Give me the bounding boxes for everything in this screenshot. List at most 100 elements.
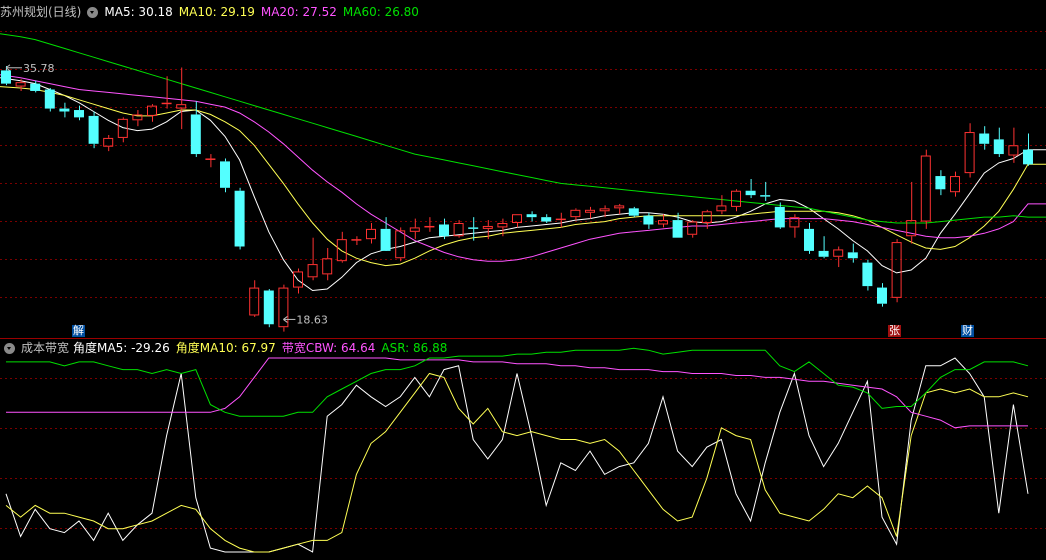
candle-body	[979, 133, 990, 144]
legend-angle-ma10: 角度MA10: 67.97	[175, 341, 276, 355]
candle-body	[818, 250, 829, 257]
candle	[1008, 127, 1019, 163]
chevron-down-icon[interactable]	[4, 342, 15, 354]
candle-body	[395, 230, 406, 259]
candle-body	[44, 89, 55, 109]
candle-body	[453, 223, 464, 237]
candle-body	[15, 82, 26, 87]
candle	[424, 217, 435, 232]
candle-body	[190, 114, 201, 155]
legend-ma60: MA60: 26.80	[342, 5, 419, 19]
candle	[44, 88, 55, 112]
candle-body	[643, 215, 654, 225]
candle-body	[468, 227, 479, 229]
candle	[555, 212, 566, 228]
candle	[862, 259, 873, 291]
candle	[176, 67, 187, 130]
candle-body	[920, 155, 931, 222]
candle	[1023, 133, 1033, 166]
candle	[307, 237, 318, 281]
candle	[380, 217, 391, 251]
event-marker-zhang[interactable]: 张	[888, 325, 901, 337]
candle-body	[599, 208, 610, 212]
candle-body	[205, 158, 216, 160]
ma-line-ma60	[0, 33, 1046, 224]
candle-body	[424, 225, 435, 228]
candle-body	[336, 239, 347, 262]
candle	[789, 214, 800, 238]
candle	[745, 179, 756, 199]
candle	[979, 126, 990, 150]
candle-body	[161, 102, 172, 105]
candle-body	[1023, 149, 1033, 165]
candle	[541, 214, 552, 224]
legend-angle-ma5: 角度MA5: -29.26	[73, 341, 170, 355]
candle-body	[439, 224, 449, 237]
candle-body	[74, 110, 84, 118]
event-marker-cai[interactable]: 财	[961, 325, 974, 337]
candle-body	[993, 139, 1004, 155]
event-marker-jie[interactable]: 解	[72, 325, 85, 337]
main-chart-header: 苏州规划(日线) MA5: 30.18 MA10: 29.19 MA20: 27…	[0, 2, 425, 22]
chart-canvas[interactable]: 35.78 18.63	[0, 0, 1046, 556]
candle	[833, 246, 844, 268]
candle	[804, 223, 814, 254]
candle	[643, 212, 654, 229]
candle	[395, 227, 406, 262]
candle-body	[760, 195, 771, 197]
indicator-line	[6, 357, 1028, 429]
candle-body	[833, 249, 844, 257]
candle	[263, 289, 274, 328]
candle	[760, 181, 771, 202]
candle-body	[366, 228, 376, 240]
candle	[59, 102, 70, 118]
candle	[351, 236, 362, 246]
candle	[278, 284, 289, 332]
legend-ma20: MA20: 27.52	[260, 5, 337, 19]
moving-average-lines	[0, 33, 1046, 292]
chevron-down-icon[interactable]	[87, 6, 99, 18]
candle	[950, 171, 960, 197]
candle-body	[307, 264, 318, 278]
candle-body	[234, 190, 245, 247]
candle-body	[263, 290, 274, 325]
candle-body	[628, 208, 639, 216]
candle-body	[687, 221, 698, 235]
candle-body	[497, 223, 508, 228]
candle	[818, 236, 829, 259]
candle	[993, 127, 1004, 157]
candlesticks	[1, 66, 1033, 332]
high-price-label: 35.78	[23, 62, 55, 75]
chart-stage: 35.78 18.63 苏州规划(日线) MA5: 30.18 MA10: 29.…	[0, 0, 1046, 556]
candle	[103, 134, 114, 152]
candle-body	[409, 227, 420, 232]
candle-body	[774, 206, 785, 228]
candle-body	[585, 209, 595, 213]
legend-ma5: MA5: 30.18	[104, 5, 173, 19]
candle	[614, 203, 625, 215]
indicator-name[interactable]: 成本带宽	[21, 338, 69, 358]
candle-body	[672, 220, 683, 238]
stock-name[interactable]: 苏州规划(日线)	[0, 2, 81, 22]
candle-body	[249, 287, 260, 316]
candle-body	[30, 83, 41, 91]
candle-body	[847, 252, 858, 259]
legend-asr: ASR: 86.88	[381, 341, 448, 355]
candle	[774, 202, 785, 229]
candle-body	[964, 132, 975, 174]
candle-body	[614, 205, 625, 209]
candle	[322, 247, 333, 281]
candle	[234, 187, 245, 250]
candle	[161, 76, 172, 109]
candle-body	[877, 287, 887, 304]
candle-body	[862, 262, 873, 287]
candle	[570, 208, 581, 221]
candle-body	[950, 176, 960, 193]
candle-body	[1, 70, 11, 84]
candle-body	[891, 242, 902, 298]
candle	[920, 149, 931, 229]
candle-body	[220, 161, 230, 188]
candle-body	[804, 228, 814, 251]
indicator-line	[6, 347, 1029, 417]
candle	[220, 158, 230, 193]
